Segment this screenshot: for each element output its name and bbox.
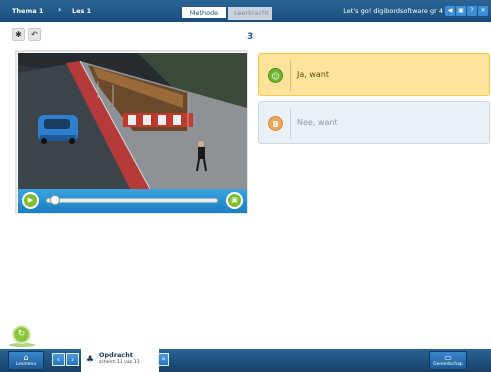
settings-icon[interactable]: ✱ [12,28,25,41]
undo-icon[interactable]: ↶ [28,28,41,41]
task-title: Opdracht [99,351,134,359]
street-scene-illustration [18,53,247,189]
lesmenu-label: Lesmenu [15,362,37,367]
toolbox-icon: ▭ [444,353,452,362]
question-number: 3 [247,32,254,42]
gereedschap-label: Gereedschap [433,362,463,367]
prev-arrow-icon[interactable]: ‹ [52,353,65,366]
video-player: ▶ ▣ [15,50,248,214]
breadcrumb-thema[interactable]: Thema 1 [12,7,43,15]
breadcrumb-les[interactable]: Les 1 [72,7,91,15]
divider [290,60,291,91]
group-icon: ♣ [86,355,95,365]
info-icon[interactable]: ? [467,6,477,16]
top-bar: Thema 1 › Les 1 Methode Leerkracht Let's… [0,0,491,22]
tab-leerkracht[interactable]: Leerkracht [228,7,272,20]
play-icon[interactable]: ▶ [22,192,39,209]
display-icon[interactable]: ▣ [456,6,466,16]
task-subtitle: scherm 11 van 13 [99,360,140,365]
close-icon[interactable]: ✕ [478,6,488,16]
smiley-icon: ☺ [268,68,283,83]
bottom-bar: ⌂ Lesmenu ‹ › ♣ Opdracht scherm 11 van 1… [0,347,491,372]
answer-option-b[interactable]: B Nee, want [258,101,490,144]
car-shape [38,115,78,144]
app-window: Thema 1 › Les 1 Methode Leerkracht Let's… [0,0,491,372]
product-title: Let's go! digibordsoftware gr 4 [343,7,443,15]
breadcrumb-separator: › [58,5,62,14]
answer-label: Nee, want [297,118,338,127]
answer-label: Ja, want [297,70,329,79]
gereedschap-button[interactable]: ▭ Gereedschap [429,351,467,370]
back-icon[interactable]: ◀ [445,6,455,16]
refresh-icon[interactable]: ↻ [12,325,31,344]
divider [290,108,291,139]
video-controls: ▶ ▣ [18,189,247,213]
home-icon: ⌂ [23,353,29,362]
lesmenu-button[interactable]: ⌂ Lesmenu [8,351,44,370]
next-arrow-icon[interactable]: › [66,353,79,366]
option-b-badge: B [268,116,283,131]
progress-knob[interactable] [50,195,60,205]
task-panel: ♣ Opdracht scherm 11 van 13 [81,347,159,372]
progress-track[interactable] [46,198,218,203]
tab-methode[interactable]: Methode [182,7,226,20]
fullscreen-icon[interactable]: ▣ [226,192,243,209]
answer-option-a[interactable]: ☺ Ja, want [258,53,490,96]
expand-icon[interactable]: » [158,353,169,366]
video-scene-image[interactable] [18,53,247,189]
